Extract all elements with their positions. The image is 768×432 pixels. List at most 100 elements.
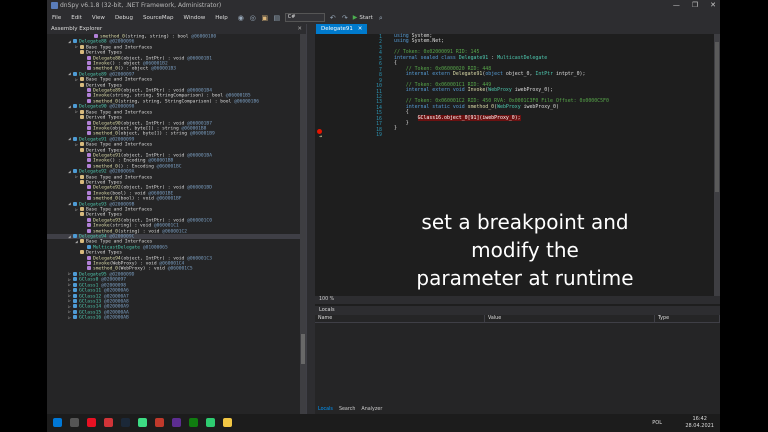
code-line[interactable]: internal extern Delegate91(object object… (394, 71, 609, 77)
toolbar: ◉ ◎ ▣ ▤ C# ↶ ↷ ▶ Start ⌕ (237, 13, 385, 22)
editor-scrollbar[interactable] (714, 34, 720, 296)
bottom-tabs: Locals Search Analyzer (315, 406, 385, 414)
method-icon (87, 228, 91, 233)
undo-icon[interactable]: ↶ (329, 14, 337, 22)
dnspy-window: dnSpy v6.1.8 (32-bit, .NET Framework, Ad… (47, 0, 720, 414)
taskbar-app-icon[interactable] (206, 418, 215, 427)
scrollbar-thumb[interactable] (301, 334, 305, 364)
tree-item[interactable]: ▷ GClass16 @020000AB (47, 315, 301, 321)
assembly-tree-scrollbar[interactable] (300, 34, 306, 414)
clock-date: 28.04.2021 (685, 423, 714, 429)
method-icon (94, 34, 98, 38)
zoom-level[interactable]: 100 % (319, 297, 334, 302)
method-icon (87, 158, 91, 163)
class-icon (73, 169, 77, 174)
minimize-button[interactable]: — (673, 0, 680, 11)
taskbar-app-icon[interactable] (104, 418, 113, 427)
taskbar-app-icon[interactable] (70, 418, 79, 427)
taskbar-app-icon[interactable] (155, 418, 164, 427)
class-icon (73, 309, 77, 314)
folder-icon (80, 77, 84, 82)
taskbar-app-icon[interactable] (223, 418, 232, 427)
class-icon (73, 201, 77, 206)
code-line[interactable] (394, 132, 609, 137)
window-title: dnSpy v6.1.8 (32-bit, .NET Framework, Ad… (60, 2, 222, 9)
folder-icon (80, 179, 84, 184)
method-icon (87, 255, 91, 260)
tab-locals[interactable]: Locals (315, 406, 336, 414)
line-number: 19 (376, 132, 382, 139)
folder-icon (80, 44, 84, 49)
menu-debug[interactable]: Debug (110, 15, 138, 21)
menu-file[interactable]: File (47, 15, 66, 21)
tab-close-icon[interactable]: ✕ (358, 26, 363, 32)
taskbar-app-icon[interactable] (172, 418, 181, 427)
close-button[interactable]: ✕ (710, 0, 716, 11)
menu-help[interactable]: Help (210, 15, 233, 21)
editor-scrollbar-thumb[interactable] (715, 42, 719, 192)
code-text[interactable]: using System; using System.Net; // Token:… (394, 33, 609, 137)
back-icon[interactable]: ◉ (237, 14, 245, 22)
method-icon (87, 125, 91, 130)
taskbar-app-icon[interactable] (87, 418, 96, 427)
folder-icon (80, 212, 84, 217)
folder-icon (80, 250, 84, 255)
redo-icon[interactable]: ↷ (341, 14, 349, 22)
forward-icon[interactable]: ◎ (249, 14, 257, 22)
folder-icon (80, 142, 84, 147)
assembly-explorer-close-icon[interactable]: ✕ (297, 24, 302, 34)
method-icon (87, 98, 91, 103)
open-folder-icon[interactable]: ▣ (261, 14, 269, 22)
folder-icon (80, 174, 84, 179)
column-value[interactable]: Value (485, 315, 655, 322)
taskbar-app-icon[interactable] (138, 418, 147, 427)
method-icon (87, 66, 91, 71)
clock[interactable]: 16:42 28.04.2021 (685, 416, 714, 430)
assembly-explorer-header: Assembly Explorer ✕ (47, 24, 306, 34)
current-statement-arrow-icon: ➜ (319, 134, 323, 140)
menu-edit[interactable]: Edit (66, 15, 87, 21)
keyboard-language[interactable]: POL (652, 420, 662, 426)
tab-delegate91[interactable]: Delegate91 ✕ (316, 24, 368, 34)
class-icon (87, 244, 91, 249)
menu-bar: File Edit View Debug SourceMap Window He… (47, 11, 720, 24)
locals-title: Locals (315, 306, 720, 315)
menu-view[interactable]: View (87, 15, 110, 21)
tab-label: Delegate91 (321, 26, 353, 32)
column-name[interactable]: Name (315, 315, 485, 322)
caption-line-2: modify the (471, 238, 579, 262)
class-icon (73, 271, 77, 276)
start-button[interactable]: ▶ Start (353, 14, 373, 21)
method-icon (87, 61, 91, 66)
folder-icon (80, 207, 84, 211)
class-icon (73, 71, 77, 76)
column-type[interactable]: Type (655, 315, 720, 322)
tab-analyzer[interactable]: Analyzer (358, 406, 385, 414)
dnspy-logo-icon (51, 2, 58, 9)
folder-icon (80, 82, 84, 87)
caption-line-1: set a breakpoint and (421, 210, 629, 234)
language-select[interactable]: C# (284, 13, 325, 22)
maximize-button[interactable]: ❐ (692, 0, 698, 11)
start-label: Start (359, 14, 373, 21)
zoom-bar: 100 % (315, 296, 720, 304)
taskbar-app-icon[interactable] (121, 418, 130, 427)
save-icon[interactable]: ▤ (273, 14, 281, 22)
search-icon[interactable]: ⌕ (377, 14, 385, 22)
assembly-tree[interactable]: smethod_0(string, string) : bool @060001… (47, 34, 301, 414)
class-icon (73, 288, 77, 293)
tab-search[interactable]: Search (336, 406, 358, 414)
menu-sourcemap[interactable]: SourceMap (138, 15, 179, 21)
menu-window[interactable]: Window (179, 15, 211, 21)
class-icon (73, 104, 77, 109)
window-controls: — ❐ ✕ (673, 0, 716, 11)
method-icon (87, 131, 91, 136)
method-icon (87, 88, 91, 93)
tree-item-label: GClass16 @020000AB (79, 315, 129, 321)
method-icon (87, 266, 91, 271)
method-icon (87, 93, 91, 98)
editor-gutter[interactable]: ➜ 1 2 3 4 5 6 7 8 9 10 11 12 13 14 15 16 17 18 19 (315, 34, 385, 296)
taskbar-app-icon[interactable] (53, 418, 62, 427)
locals-columns: Name Value Type (315, 315, 720, 323)
taskbar-app-icon[interactable] (189, 418, 198, 427)
